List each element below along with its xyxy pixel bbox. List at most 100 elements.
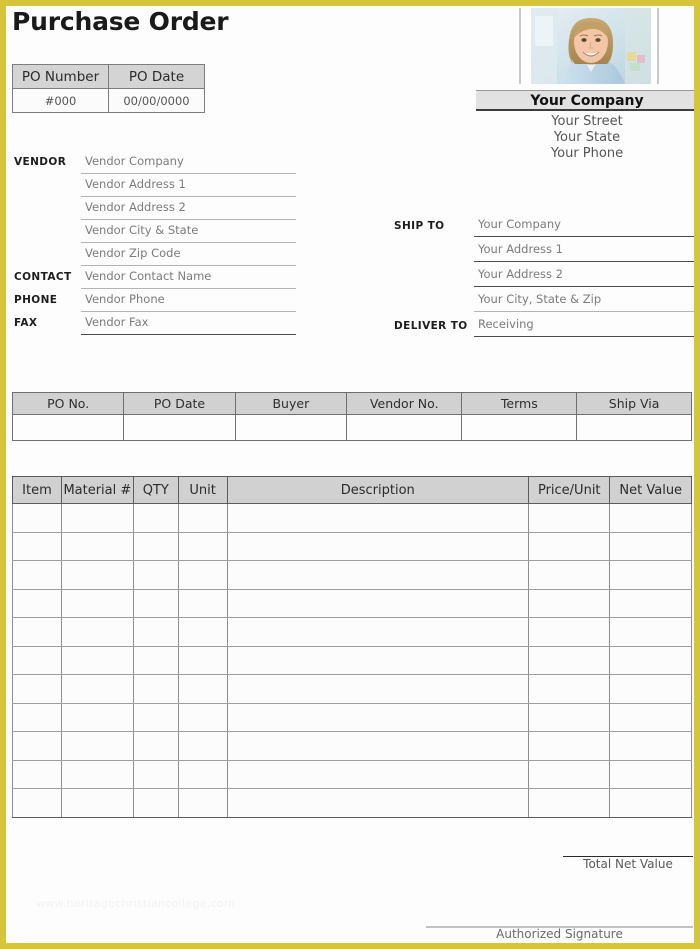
line-item-cell[interactable]	[528, 503, 611, 533]
cell-po-date[interactable]	[123, 414, 236, 441]
line-item-cell[interactable]	[60, 503, 134, 533]
line-item-cell[interactable]	[177, 503, 228, 533]
phone-value[interactable]: Vendor Phone	[85, 292, 165, 306]
vendor-city-state-value[interactable]: Vendor City & State	[85, 223, 198, 237]
line-item-cell[interactable]	[609, 588, 692, 618]
line-item-cell[interactable]	[528, 674, 611, 704]
cell-po-no[interactable]	[11, 414, 125, 441]
line-item-cell[interactable]	[12, 759, 62, 789]
line-item-cell[interactable]	[60, 617, 134, 647]
line-item-cell[interactable]	[12, 674, 62, 704]
line-item-cell[interactable]	[12, 731, 62, 761]
fax-value[interactable]: Vendor Fax	[85, 315, 148, 329]
line-item-cell[interactable]	[60, 645, 134, 675]
line-item-cell[interactable]	[12, 617, 62, 647]
line-item-cell[interactable]	[60, 702, 134, 732]
line-item-cell[interactable]	[177, 617, 228, 647]
cell-buyer[interactable]	[234, 414, 348, 441]
line-item-cell[interactable]	[609, 503, 692, 533]
line-item-cell[interactable]	[226, 702, 530, 732]
line-item-cell[interactable]	[132, 617, 179, 647]
po-date-value[interactable]: 00/00/0000	[108, 88, 205, 113]
line-item-cell[interactable]	[226, 759, 530, 789]
table-row	[12, 560, 692, 590]
line-item-cell[interactable]	[177, 702, 228, 732]
line-item-cell[interactable]	[60, 788, 134, 818]
line-item-cell[interactable]	[528, 731, 611, 761]
ship-address2-value[interactable]: Your Address 2	[478, 267, 563, 281]
vendor-address2-value[interactable]: Vendor Address 2	[85, 200, 186, 214]
deliver-to-value[interactable]: Receiving	[478, 317, 534, 331]
line-item-cell[interactable]	[528, 560, 611, 590]
line-item-cell[interactable]	[226, 731, 530, 761]
line-item-cell[interactable]	[177, 588, 228, 618]
line-item-cell[interactable]	[226, 674, 530, 704]
ship-company-value[interactable]: Your Company	[478, 217, 561, 231]
line-item-cell[interactable]	[12, 788, 62, 818]
line-item-cell[interactable]	[528, 702, 611, 732]
line-item-cell[interactable]	[60, 731, 134, 761]
vendor-zip-value[interactable]: Vendor Zip Code	[85, 246, 181, 260]
line-item-cell[interactable]	[132, 788, 179, 818]
line-item-cell[interactable]	[132, 503, 179, 533]
line-item-cell[interactable]	[226, 560, 530, 590]
line-item-cell[interactable]	[609, 759, 692, 789]
line-item-cell[interactable]	[177, 560, 228, 590]
line-item-cell[interactable]	[528, 759, 611, 789]
line-item-cell[interactable]	[132, 674, 179, 704]
contact-value[interactable]: Vendor Contact Name	[85, 269, 211, 283]
line-item-cell[interactable]	[528, 617, 611, 647]
line-item-cell[interactable]	[132, 531, 179, 561]
cell-terms[interactable]	[461, 414, 578, 441]
line-item-cell[interactable]	[60, 560, 134, 590]
line-item-cell[interactable]	[60, 531, 134, 561]
vendor-company-value[interactable]: Vendor Company	[85, 154, 184, 168]
line-item-cell[interactable]	[528, 531, 611, 561]
line-item-cell[interactable]	[609, 702, 692, 732]
line-item-cell[interactable]	[226, 645, 530, 675]
line-item-cell[interactable]	[226, 503, 530, 533]
line-item-cell[interactable]	[132, 588, 179, 618]
line-item-cell[interactable]	[226, 788, 530, 818]
line-item-cell[interactable]	[177, 645, 228, 675]
line-item-cell[interactable]	[132, 702, 179, 732]
line-item-cell[interactable]	[60, 588, 134, 618]
line-item-cell[interactable]	[528, 588, 611, 618]
line-item-cell[interactable]	[12, 588, 62, 618]
vendor-address1-value[interactable]: Vendor Address 1	[85, 177, 186, 191]
line-item-cell[interactable]	[609, 731, 692, 761]
po-number-value[interactable]: #000	[12, 88, 109, 113]
cell-vendor-no[interactable]	[346, 414, 463, 441]
line-item-cell[interactable]	[609, 788, 692, 818]
line-item-cell[interactable]	[177, 731, 228, 761]
line-item-cell[interactable]	[132, 759, 179, 789]
line-item-cell[interactable]	[60, 674, 134, 704]
line-item-cell[interactable]	[12, 560, 62, 590]
line-item-cell[interactable]	[226, 617, 530, 647]
line-item-cell[interactable]	[60, 759, 134, 789]
line-item-cell[interactable]	[609, 560, 692, 590]
line-item-cell[interactable]	[177, 531, 228, 561]
line-item-cell[interactable]	[226, 531, 530, 561]
line-item-cell[interactable]	[177, 788, 228, 818]
line-item-cell[interactable]	[12, 702, 62, 732]
line-item-cell[interactable]	[132, 645, 179, 675]
line-item-cell[interactable]	[609, 531, 692, 561]
line-item-cell[interactable]	[132, 560, 179, 590]
cell-ship-via[interactable]	[576, 414, 692, 441]
ship-city-value[interactable]: Your City, State & Zip	[478, 292, 601, 306]
ship-address1-value[interactable]: Your Address 1	[478, 242, 563, 256]
line-item-cell[interactable]	[226, 588, 530, 618]
line-item-cell[interactable]	[12, 503, 62, 533]
line-item-cell[interactable]	[528, 788, 611, 818]
line-item-cell[interactable]	[609, 645, 692, 675]
line-item-cell[interactable]	[132, 731, 179, 761]
ship-row-deliver-to: DELIVER TO Receiving	[386, 314, 694, 339]
line-item-cell[interactable]	[177, 674, 228, 704]
line-item-cell[interactable]	[12, 531, 62, 561]
line-item-cell[interactable]	[528, 645, 611, 675]
line-item-cell[interactable]	[177, 759, 228, 789]
line-item-cell[interactable]	[609, 617, 692, 647]
line-item-cell[interactable]	[609, 674, 692, 704]
line-item-cell[interactable]	[12, 645, 62, 675]
